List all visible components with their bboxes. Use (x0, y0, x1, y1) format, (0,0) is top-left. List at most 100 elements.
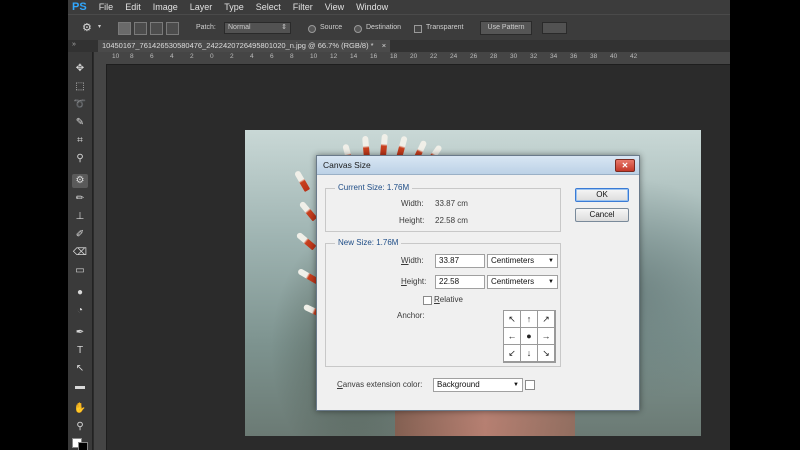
menu-layer[interactable]: Layer (190, 2, 213, 12)
height-unit-select[interactable]: Centimeters ▼ (487, 275, 558, 289)
destination-radio[interactable] (354, 25, 362, 33)
ok-button[interactable]: OK (575, 188, 629, 202)
relative-label: Relative (434, 295, 463, 304)
eyedropper-tool-icon[interactable]: ⚲ (72, 152, 88, 166)
current-width-label: Width: (401, 199, 424, 208)
current-size-group (325, 188, 561, 232)
current-height-value: 22.58 cm (435, 216, 468, 225)
app-logo: PS (72, 1, 87, 13)
background-color-swatch[interactable] (78, 442, 88, 450)
pen-tool-icon[interactable]: ✒ (72, 326, 88, 340)
history-brush-icon[interactable]: ✐ (72, 228, 88, 242)
menu-image[interactable]: Image (153, 2, 178, 12)
relative-checkbox[interactable] (423, 296, 432, 305)
new-width-label: Width: (401, 256, 424, 265)
dialog-title-bar[interactable]: Canvas Size ✕ (317, 156, 639, 175)
pattern-picker[interactable] (542, 22, 567, 34)
menu-bar: PS File Edit Image Layer Type Select Fil… (68, 0, 730, 14)
new-height-field[interactable]: 22.58 (435, 275, 485, 289)
chevron-down-icon: ▼ (548, 279, 554, 285)
menu-view[interactable]: View (325, 2, 344, 12)
options-bar: ⚙ ▾ Patch: Normal ⇕ Source Destination Tr… (68, 14, 730, 42)
headdress-feather (293, 169, 311, 193)
canvas-size-dialog: Canvas Size ✕ Current Size: 1.76M Width:… (316, 155, 640, 411)
horizontal-ruler: 10 8 6 4 2 0 2 4 6 8 10 12 14 16 18 20 2… (94, 52, 730, 65)
anchor-top-left-icon[interactable]: ↖ (504, 311, 520, 327)
patch-label: Patch: (196, 24, 216, 31)
lasso-tool-icon[interactable]: ➰ (72, 98, 88, 112)
menu-edit[interactable]: Edit (125, 2, 141, 12)
tool-preset-chevron-icon[interactable]: ▾ (98, 23, 101, 30)
width-unit-select[interactable]: Centimeters ▼ (487, 254, 558, 268)
anchor-grid: ↖ ↑ ↗ ← ● → ↙ ↓ ↘ (503, 310, 556, 363)
anchor-top-right-icon[interactable]: ↗ (538, 311, 554, 327)
headdress-feather (295, 231, 317, 251)
transparent-checkbox[interactable] (414, 25, 422, 33)
anchor-bottom-left-icon[interactable]: ↙ (504, 345, 520, 361)
current-height-label: Height: (399, 216, 425, 225)
use-pattern-button[interactable]: Use Pattern (480, 21, 532, 35)
patch-tool-icon[interactable]: ⚙ (82, 21, 92, 34)
extension-color-label: Canvas extension color: (337, 380, 423, 389)
patch-mode-select[interactable]: Normal ⇕ (224, 22, 291, 34)
menu-window[interactable]: Window (356, 2, 388, 12)
collapse-panels-icon[interactable]: » (72, 41, 76, 48)
close-tab-icon[interactable]: × (382, 41, 386, 50)
vertical-ruler (94, 64, 107, 450)
extension-color-swatch[interactable] (525, 380, 535, 390)
anchor-label: Anchor: (397, 311, 425, 320)
dialog-title: Canvas Size (323, 160, 371, 170)
quick-select-tool-icon[interactable]: ✎ (72, 116, 88, 130)
document-tab-title: 10450167_761426530580476_242242072649580… (102, 41, 374, 50)
transparent-label: Transparent (426, 24, 464, 31)
current-size-legend: Current Size: 1.76M (335, 183, 413, 192)
menu-file[interactable]: File (99, 2, 114, 12)
current-width-value: 33.87 cm (435, 199, 468, 208)
new-height-label: Height: (401, 277, 427, 286)
move-tool-icon[interactable]: ✥ (72, 62, 88, 76)
patch-tool-icon-selected[interactable]: ⚙ (72, 174, 88, 188)
anchor-left-icon[interactable]: ← (504, 328, 520, 344)
headdress-feather (380, 133, 388, 157)
eraser-tool-icon[interactable]: ⌫ (72, 246, 88, 260)
headdress-feather (298, 200, 318, 222)
destination-label: Destination (366, 24, 402, 31)
document-tab[interactable]: 10450167_761426530580476_242242072649580… (98, 40, 391, 52)
add-selection-button[interactable] (134, 22, 147, 35)
document-tab-row: » 10450167_761426530580476_2422420726495… (68, 40, 730, 52)
brush-tool-icon[interactable]: ✏ (72, 192, 88, 206)
new-size-legend: New Size: 1.76M (335, 238, 402, 247)
blur-tool-icon[interactable]: ● (72, 286, 88, 300)
stamp-tool-icon[interactable]: ⊥ (72, 210, 88, 224)
dialog-close-button[interactable]: ✕ (615, 159, 635, 172)
anchor-top-icon[interactable]: ↑ (521, 311, 537, 327)
menu-filter[interactable]: Filter (293, 2, 313, 12)
dodge-tool-icon[interactable]: ◔ (72, 304, 88, 318)
chevron-down-icon: ▼ (513, 382, 519, 388)
chevron-down-icon: ▼ (548, 258, 554, 264)
source-radio[interactable] (308, 25, 316, 33)
path-select-tool-icon[interactable]: ↖ (72, 362, 88, 376)
source-label: Source (320, 24, 343, 31)
menu-select[interactable]: Select (256, 2, 281, 12)
zoom-tool-icon[interactable]: ⚲ (72, 420, 88, 434)
new-width-field[interactable]: 33.87 (435, 254, 485, 268)
crop-tool-icon[interactable]: ⌗ (72, 134, 88, 148)
intersect-selection-button[interactable] (166, 22, 179, 35)
hand-tool-icon[interactable]: ✋ (72, 402, 88, 416)
extension-color-select[interactable]: Background ▼ (433, 378, 523, 392)
new-selection-button[interactable] (118, 22, 131, 35)
shape-tool-icon[interactable]: ▬ (72, 380, 88, 394)
anchor-center-icon[interactable]: ● (521, 328, 537, 344)
type-tool-icon[interactable]: T (72, 344, 88, 358)
menu-type[interactable]: Type (224, 2, 244, 12)
anchor-right-icon[interactable]: → (538, 328, 554, 344)
tools-panel: ✥ ⬚ ➰ ✎ ⌗ ⚲ ⚙ ✏ ⊥ ✐ ⌫ ▭ ● ◔ ✒ T ↖ ▬ ✋ ⚲ (68, 52, 93, 450)
photoshop-window: PS File Edit Image Layer Type Select Fil… (68, 0, 730, 450)
anchor-bottom-right-icon[interactable]: ↘ (538, 345, 554, 361)
gradient-tool-icon[interactable]: ▭ (72, 264, 88, 278)
cancel-button[interactable]: Cancel (575, 208, 629, 222)
anchor-bottom-icon[interactable]: ↓ (521, 345, 537, 361)
marquee-tool-icon[interactable]: ⬚ (72, 80, 88, 94)
subtract-selection-button[interactable] (150, 22, 163, 35)
